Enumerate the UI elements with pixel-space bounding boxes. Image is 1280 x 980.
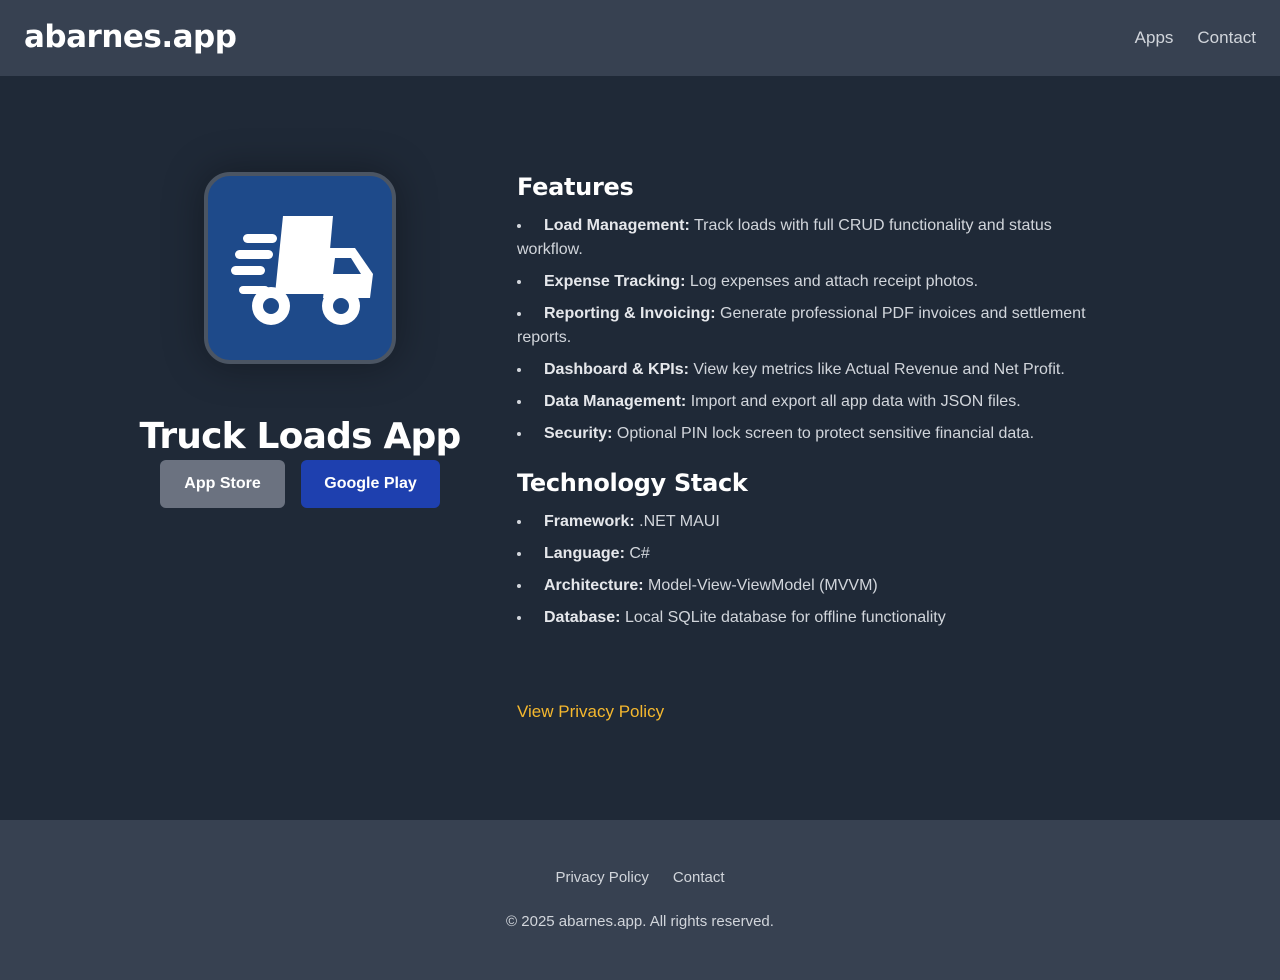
features-list: Load Management: Track loads with full C… bbox=[517, 214, 1117, 446]
view-privacy-policy-link[interactable]: View Privacy Policy bbox=[517, 701, 664, 723]
nav-link-contact[interactable]: Contact bbox=[1197, 28, 1256, 48]
list-item: Data Management: Import and export all a… bbox=[517, 390, 1117, 414]
top-nav: Apps Contact bbox=[1135, 28, 1256, 48]
list-item: Security: Optional PIN lock screen to pr… bbox=[517, 422, 1117, 446]
tech-text: Model-View-ViewModel (MVVM) bbox=[648, 577, 878, 594]
google-play-button[interactable]: Google Play bbox=[301, 460, 440, 508]
tech-label: Architecture: bbox=[544, 577, 644, 594]
feature-text: Import and export all app data with JSON… bbox=[690, 393, 1021, 410]
feature-label: Dashboard & KPIs: bbox=[544, 361, 689, 378]
details-column: Features Load Management: Track loads wi… bbox=[517, 172, 1117, 638]
copyright-text: © 2025 abarnes.app. All rights reserved. bbox=[506, 913, 774, 930]
brand-logo-link[interactable]: abarnes.app bbox=[24, 17, 237, 57]
list-item: Architecture: Model-View-ViewModel (MVVM… bbox=[517, 574, 1117, 598]
feature-label: Load Management: bbox=[544, 217, 690, 234]
footer-nav: Privacy Policy Contact bbox=[0, 869, 1280, 887]
feature-text: Log expenses and attach receipt photos. bbox=[689, 273, 979, 290]
feature-text: Optional PIN lock screen to protect sens… bbox=[616, 425, 1035, 442]
list-item: Framework: .NET MAUI bbox=[517, 510, 1117, 534]
tech-stack-list: Framework: .NET MAUI Language: C# Archit… bbox=[517, 510, 1117, 630]
feature-label: Data Management: bbox=[544, 393, 687, 410]
list-item: Load Management: Track loads with full C… bbox=[517, 214, 1117, 262]
app-store-button[interactable]: App Store bbox=[160, 460, 285, 508]
tech-text: .NET MAUI bbox=[639, 513, 720, 530]
tech-text: C# bbox=[629, 545, 650, 562]
site-footer: Privacy Policy Contact © 2025 abarnes.ap… bbox=[0, 820, 1280, 980]
app-title: Truck Loads App bbox=[139, 416, 462, 458]
tech-label: Language: bbox=[544, 545, 625, 562]
list-item: Dashboard & KPIs: View key metrics like … bbox=[517, 358, 1117, 382]
main-content: Truck Loads App App Store Google Play Fe… bbox=[0, 76, 1280, 820]
nav-link-apps[interactable]: Apps bbox=[1135, 28, 1174, 48]
feature-label: Reporting & Invoicing: bbox=[544, 305, 716, 322]
features-heading: Features bbox=[517, 173, 634, 201]
list-item: Database: Local SQLite database for offl… bbox=[517, 606, 1117, 630]
tech-stack-heading: Technology Stack bbox=[517, 469, 748, 497]
feature-label: Expense Tracking: bbox=[544, 273, 686, 290]
tech-label: Framework: bbox=[544, 513, 635, 530]
tech-text: Local SQLite database for offline functi… bbox=[624, 609, 946, 626]
site-header: abarnes.app Apps Contact bbox=[0, 0, 1280, 76]
list-item: Reporting & Invoicing: Generate professi… bbox=[517, 302, 1117, 350]
footer-link-contact[interactable]: Contact bbox=[673, 869, 725, 887]
tech-label: Database: bbox=[544, 609, 621, 626]
feature-text: View key metrics like Actual Revenue and… bbox=[693, 361, 1065, 378]
list-item: Expense Tracking: Log expenses and attac… bbox=[517, 270, 1117, 294]
truck-fast-icon bbox=[231, 216, 373, 325]
app-icon bbox=[204, 172, 396, 364]
feature-label: Security: bbox=[544, 425, 613, 442]
footer-link-privacy-policy[interactable]: Privacy Policy bbox=[555, 869, 648, 887]
list-item: Language: C# bbox=[517, 542, 1117, 566]
